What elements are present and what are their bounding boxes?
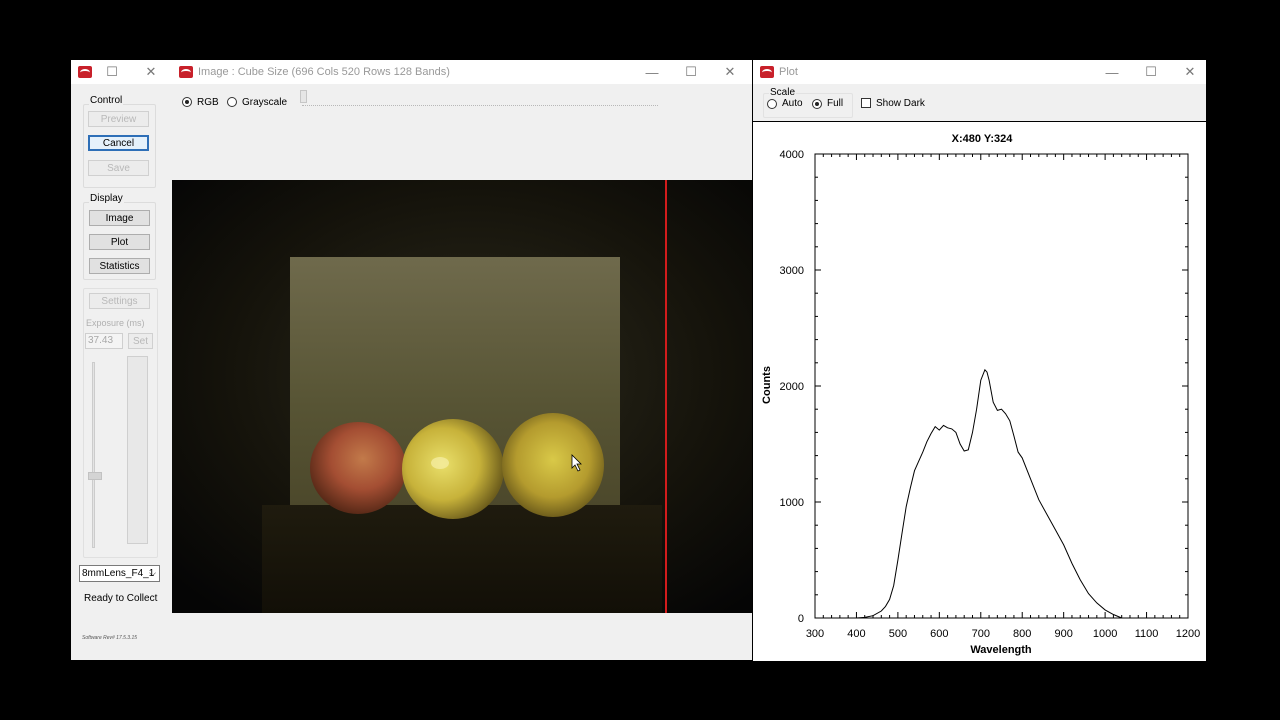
band-slider-track[interactable] bbox=[302, 102, 658, 106]
close-icon[interactable]: ✕ bbox=[132, 60, 170, 84]
app-logo-icon bbox=[760, 66, 774, 78]
x-axis-label: Wavelength bbox=[970, 644, 1032, 656]
image-canvas[interactable] bbox=[172, 180, 752, 613]
x-tick-label: 1100 bbox=[1135, 628, 1159, 640]
close-icon[interactable]: ✕ bbox=[1171, 60, 1209, 84]
grayscale-label: Grayscale bbox=[242, 97, 288, 108]
full-scale-radio[interactable] bbox=[812, 99, 822, 109]
show-dark-checkbox[interactable] bbox=[861, 98, 871, 108]
y-axis-label: Counts bbox=[761, 366, 773, 404]
control-group-label: Control bbox=[89, 95, 124, 106]
auto-scale-radio[interactable] bbox=[767, 99, 777, 109]
exposure-level-bar bbox=[127, 356, 148, 544]
close-icon[interactable]: ✕ bbox=[711, 60, 749, 84]
scale-label: Scale bbox=[769, 87, 797, 98]
exposure-slider-thumb[interactable] bbox=[88, 472, 102, 480]
settings-button[interactable]: Settings bbox=[89, 293, 150, 309]
software-revision: Software Rev# 17.5.3.15 bbox=[82, 635, 138, 641]
exposure-label: Exposure (ms) bbox=[86, 318, 145, 328]
plot-frame bbox=[814, 153, 1189, 619]
grayscale-radio[interactable] bbox=[227, 97, 237, 107]
spectrum-line bbox=[856, 368, 1122, 619]
y-tick-label: 2000 bbox=[780, 381, 804, 393]
spectrum-chart: X:480 Y:324 Wavelength Counts 300 400 500 6… bbox=[761, 133, 1200, 656]
image-window-titlebar: Image : Cube Size (696 Cols 520 Rows 128… bbox=[172, 60, 752, 84]
x-tick-label: 300 bbox=[806, 628, 824, 640]
x-tick-label: 500 bbox=[889, 628, 907, 640]
x-tick-label: 400 bbox=[847, 628, 865, 640]
image-button[interactable]: Image bbox=[89, 210, 150, 226]
maximize-icon[interactable]: ☐ bbox=[672, 60, 710, 84]
plot-window: Plot — ☐ ✕ Scale Auto Full Show Dark X:4… bbox=[753, 60, 1206, 661]
save-button[interactable]: Save bbox=[88, 160, 149, 176]
image-window: Image : Cube Size (696 Cols 520 Rows 128… bbox=[172, 60, 752, 660]
display-group-label: Display bbox=[89, 193, 124, 204]
exposure-slider-track[interactable] bbox=[92, 362, 95, 548]
maximize-icon[interactable]: ☐ bbox=[93, 60, 131, 84]
pixel-cursor-line bbox=[665, 180, 667, 613]
y-tick-label: 0 bbox=[798, 613, 804, 625]
y-tick-label: 1000 bbox=[780, 497, 804, 509]
full-scale-label: Full bbox=[827, 98, 844, 109]
plot-window-title: Plot bbox=[779, 66, 798, 78]
cancel-button[interactable]: Cancel bbox=[88, 135, 149, 151]
chevron-down-icon[interactable]: ⌵ bbox=[149, 566, 156, 581]
lens-select[interactable]: 8mmLens_F4_1 ⌵ bbox=[79, 565, 160, 582]
band-slider-thumb[interactable] bbox=[300, 90, 307, 103]
show-dark-label: Show Dark bbox=[876, 98, 925, 109]
minimize-icon[interactable]: — bbox=[633, 60, 671, 84]
lens-select-value: 8mmLens_F4_1 bbox=[82, 568, 155, 579]
maximize-icon[interactable]: ☐ bbox=[1132, 60, 1170, 84]
x-tick-label: 600 bbox=[930, 628, 948, 640]
status-text: Ready to Collect bbox=[84, 593, 158, 604]
control-window: ☐ ✕ Control Preview Cancel Save Display … bbox=[71, 60, 172, 660]
rgb-radio[interactable] bbox=[182, 97, 192, 107]
exposure-set-button[interactable]: Set bbox=[128, 333, 153, 349]
y-tick-label: 4000 bbox=[780, 149, 804, 161]
exposure-input[interactable]: 37.43 bbox=[85, 333, 123, 349]
plot-window-titlebar: Plot — ☐ ✕ bbox=[753, 60, 1206, 84]
statistics-button[interactable]: Statistics bbox=[89, 258, 150, 274]
apple-scene-image bbox=[172, 180, 752, 613]
x-tick-label: 1200 bbox=[1176, 628, 1200, 640]
control-window-titlebar: ☐ ✕ bbox=[71, 60, 172, 84]
x-tick-label: 1000 bbox=[1093, 628, 1117, 640]
app-logo-icon bbox=[179, 66, 193, 78]
image-window-title: Image : Cube Size (696 Cols 520 Rows 128… bbox=[198, 66, 450, 78]
x-tick-label: 700 bbox=[972, 628, 990, 640]
y-tick-label: 3000 bbox=[780, 265, 804, 277]
app-logo-icon bbox=[78, 66, 92, 78]
minimize-icon[interactable]: — bbox=[1093, 60, 1131, 84]
x-tick-label: 800 bbox=[1013, 628, 1031, 640]
plot-area: X:480 Y:324 Wavelength Counts 300 400 500 6… bbox=[753, 121, 1206, 661]
rgb-label: RGB bbox=[197, 97, 219, 108]
x-tick-label: 900 bbox=[1054, 628, 1072, 640]
chart-title: X:480 Y:324 bbox=[952, 133, 1014, 145]
preview-button[interactable]: Preview bbox=[88, 111, 149, 127]
auto-scale-label: Auto bbox=[782, 98, 803, 109]
plot-button[interactable]: Plot bbox=[89, 234, 150, 250]
